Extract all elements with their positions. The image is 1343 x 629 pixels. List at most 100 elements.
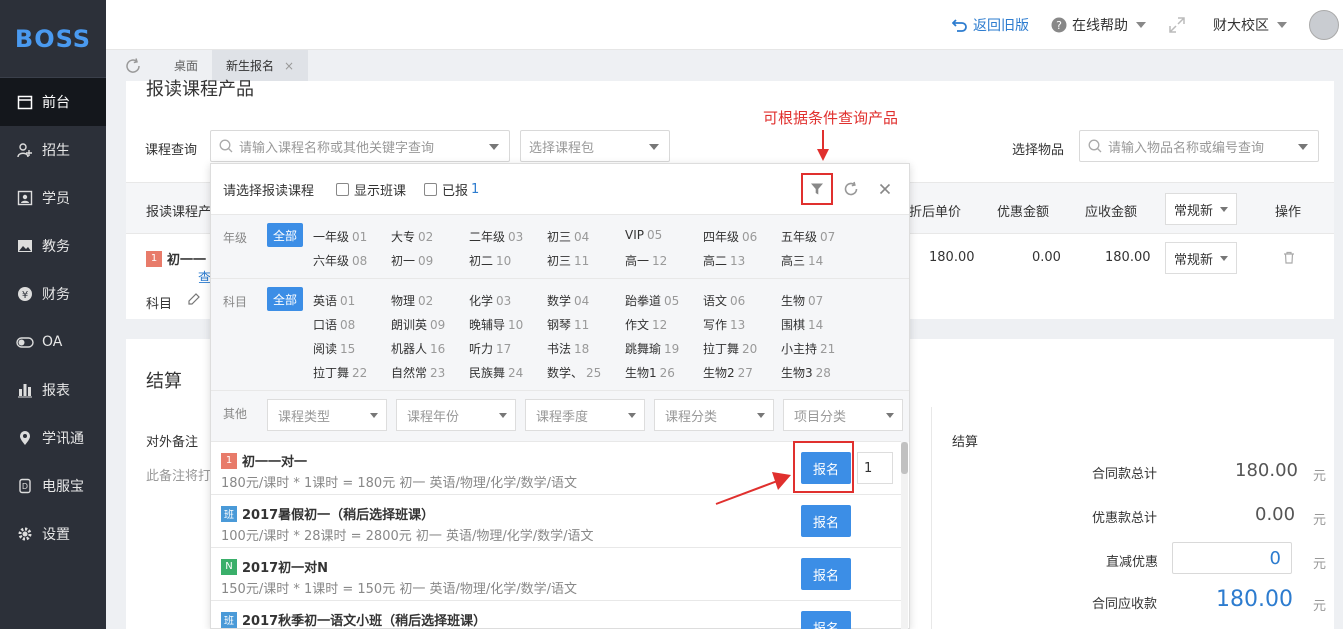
subject-option[interactable]: 物理 02 <box>391 292 433 309</box>
type-header-select[interactable]: 常规新 <box>1165 193 1237 225</box>
edit-icon[interactable] <box>187 292 201 306</box>
subject-option[interactable]: 跆拳道 05 <box>625 292 679 309</box>
option-code: 01 <box>352 230 368 244</box>
other-filter-select[interactable]: 项目分类 <box>783 399 903 431</box>
app-logo[interactable]: BOSS <box>0 0 106 78</box>
course-list-item: 班 2017秋季初一语文小班（稍后选择班课） 报名 <box>211 600 901 629</box>
course-query-label: 课程查询 <box>145 143 198 158</box>
other-filter-select[interactable]: 课程分类 <box>654 399 774 431</box>
option-code: 13 <box>730 254 746 268</box>
direct-discount-input[interactable]: 0 <box>1172 542 1292 574</box>
enroll-button[interactable]: 报名 <box>801 611 851 629</box>
online-help-menu[interactable]: ? 在线帮助 <box>1051 15 1146 35</box>
close-picker-button[interactable] <box>869 173 901 205</box>
reset-button[interactable] <box>835 173 867 205</box>
th-receivable: 应收金额 <box>1085 205 1138 220</box>
chevron-down-icon <box>1220 207 1228 212</box>
option-code: 18 <box>574 342 590 356</box>
scrollbar[interactable] <box>901 442 908 629</box>
sidebar-item-5[interactable]: OA <box>0 318 106 366</box>
subject-option[interactable]: 围棋 14 <box>781 316 823 333</box>
subject-option[interactable]: 数学 04 <box>547 292 589 309</box>
chevron-down-icon <box>886 413 894 418</box>
subject-option[interactable]: 民族舞 24 <box>469 364 523 381</box>
subject-option[interactable]: 数学、 25 <box>547 364 601 381</box>
subject-option[interactable]: 晚辅导 10 <box>469 316 523 333</box>
annotation-text: 可根据条件查询产品 <box>763 109 899 127</box>
course-package-select[interactable]: 选择课程包 <box>520 130 670 162</box>
grade-option[interactable]: 高二 13 <box>703 252 745 269</box>
sidebar-item-0[interactable]: 前台 <box>0 78 106 126</box>
other-filter-select[interactable]: 课程季度 <box>525 399 645 431</box>
other-filter-select[interactable]: 课程类型 <box>267 399 387 431</box>
grade-option[interactable]: 初一 09 <box>391 252 433 269</box>
subject-option[interactable]: 写作 13 <box>703 316 745 333</box>
sidebar-item-9[interactable]: 设置 <box>0 510 106 558</box>
sidebar-item-7[interactable]: 学讯通 <box>0 414 106 462</box>
sidebar-item-6[interactable]: 报表 <box>0 366 106 414</box>
subject-option[interactable]: 作文 12 <box>625 316 667 333</box>
option-code: 05 <box>664 294 680 308</box>
subject-option[interactable]: 化学 03 <box>469 292 511 309</box>
grade-option[interactable]: 初二 10 <box>469 252 511 269</box>
trash-icon[interactable] <box>1283 251 1295 264</box>
grade-option[interactable]: 高一 12 <box>625 252 667 269</box>
subject-option[interactable]: 生物 07 <box>781 292 823 309</box>
subject-option[interactable]: 口语 08 <box>313 316 355 333</box>
grade-all-button[interactable]: 全部 <box>267 223 303 247</box>
enroll-button[interactable]: 报名 <box>801 505 851 537</box>
option-code: 20 <box>742 342 758 356</box>
subject-option[interactable]: 跳舞瑜 19 <box>625 340 679 357</box>
subject-option[interactable]: 拉丁舞 22 <box>313 364 367 381</box>
avatar[interactable] <box>1309 9 1339 40</box>
subject-option[interactable]: 自然常 23 <box>391 364 445 381</box>
grade-option[interactable]: 初三 11 <box>547 252 589 269</box>
subject-option[interactable]: 小主持 21 <box>781 340 835 357</box>
grade-option[interactable]: 大专 02 <box>391 228 433 245</box>
sidebar-item-3[interactable]: 教务 <box>0 222 106 270</box>
subject-option[interactable]: 语文 06 <box>703 292 745 309</box>
subject-all-button[interactable]: 全部 <box>267 287 303 311</box>
grade-option[interactable]: 一年级 01 <box>313 228 367 245</box>
grade-option[interactable]: 初三 04 <box>547 228 589 245</box>
grade-option[interactable]: 二年级 03 <box>469 228 523 245</box>
campus-menu[interactable]: 财大校区 <box>1213 15 1287 35</box>
subject-option[interactable]: 生物1 26 <box>625 364 675 381</box>
sidebar-item-8[interactable]: D 电服宝 <box>0 462 106 510</box>
subject-option[interactable]: 生物3 28 <box>781 364 831 381</box>
subject-option[interactable]: 生物2 27 <box>703 364 753 381</box>
subject-option[interactable]: 阅读 15 <box>313 340 355 357</box>
subject-option[interactable]: 拉丁舞 20 <box>703 340 757 357</box>
subject-option[interactable]: 书法 18 <box>547 340 589 357</box>
quantity-input[interactable]: 1 <box>857 452 893 484</box>
sidebar-item-1[interactable]: 招生 <box>0 126 106 174</box>
grade-option[interactable]: 高三 14 <box>781 252 823 269</box>
show-class-checkbox[interactable]: 显示班课 <box>336 180 406 199</box>
grade-option[interactable]: 四年级 06 <box>703 228 757 245</box>
subject-option[interactable]: 听力 17 <box>469 340 511 357</box>
sidebar-item-2[interactable]: 学员 <box>0 174 106 222</box>
fullscreen-button[interactable] <box>1168 16 1191 34</box>
option-label: 生物2 <box>703 366 735 380</box>
close-icon[interactable]: × <box>284 59 294 73</box>
grade-option[interactable]: 六年级 08 <box>313 252 367 269</box>
subject-option[interactable]: 英语 01 <box>313 292 355 309</box>
enrolled-checkbox[interactable]: 已报 1 <box>424 180 479 199</box>
grade-option[interactable]: VIP 05 <box>625 228 662 242</box>
subject-option[interactable]: 钢琴 11 <box>547 316 589 333</box>
item-search-input[interactable]: 请输入物品名称或编号查询 <box>1079 130 1319 162</box>
grade-option[interactable]: 五年级 07 <box>781 228 835 245</box>
course-query-input[interactable]: 请输入课程名称或其他关键字查询 <box>210 130 510 162</box>
subject-option[interactable]: 朗训英 09 <box>391 316 445 333</box>
filter-button[interactable] <box>801 173 833 205</box>
other-filter-select[interactable]: 课程年份 <box>396 399 516 431</box>
sidebar-item-4[interactable]: ¥ 财务 <box>0 270 106 318</box>
chevron-down-icon <box>499 413 507 418</box>
back-old-version-link[interactable]: 返回旧版 <box>952 15 1029 35</box>
scrollbar-thumb[interactable] <box>901 442 908 474</box>
subject-option[interactable]: 机器人 16 <box>391 340 445 357</box>
row-type-select[interactable]: 常规新 <box>1165 242 1237 274</box>
option-code: 04 <box>574 230 590 244</box>
enroll-button[interactable]: 报名 <box>801 558 851 590</box>
option-code: 14 <box>808 254 824 268</box>
